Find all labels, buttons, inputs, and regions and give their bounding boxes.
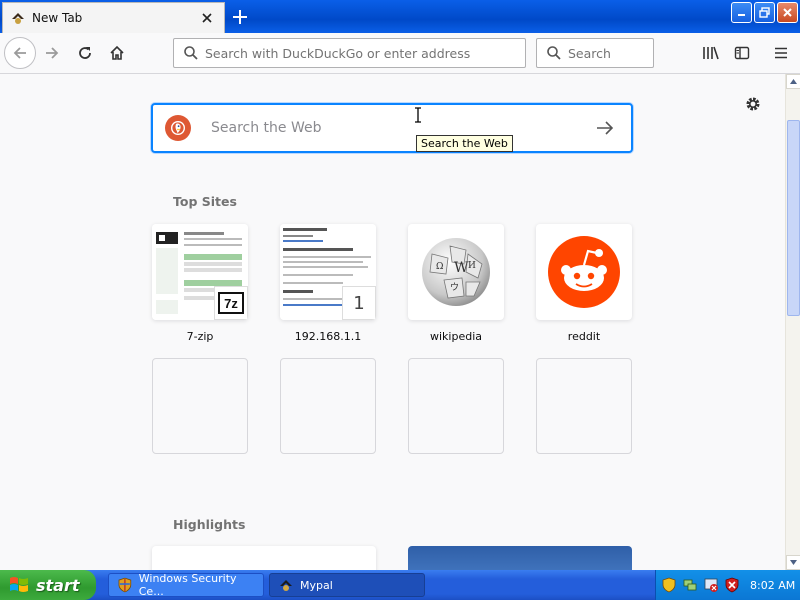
arrow-left-icon <box>13 47 26 59</box>
svg-text:И: И <box>468 261 476 271</box>
title-bar: New Tab <box>0 0 800 33</box>
arrow-right-icon <box>46 47 59 59</box>
empty-site-slot[interactable] <box>152 358 248 454</box>
top-site-reddit[interactable]: reddit <box>536 224 632 343</box>
duckduckgo-logo-icon <box>165 115 191 141</box>
minimize-icon <box>738 14 745 16</box>
top-site-wikipedia[interactable]: W Ω И ウ wikipedia <box>408 224 504 343</box>
site-label: wikipedia <box>429 330 482 343</box>
start-label: start <box>36 575 80 595</box>
taskbar-item-windows-security-center[interactable]: Windows Security Ce... <box>108 572 264 598</box>
site-label: reddit <box>567 330 601 343</box>
sidebar-icon <box>734 46 750 60</box>
reload-button[interactable] <box>73 41 97 65</box>
top-site-7zip[interactable]: 7z 7-zip <box>152 224 248 343</box>
taskbar: start Windows Security Ce... Mypal 8:02 … <box>0 570 800 600</box>
site-thumbnail[interactable]: 1 <box>280 224 376 320</box>
site-label: 192.168.1.1 <box>294 330 362 343</box>
home-icon <box>110 45 124 60</box>
address-bar-placeholder: Search with DuckDuckGo or enter address <box>205 45 471 61</box>
new-tab-page: Search the Web Search the Web Top Sites <box>0 74 785 570</box>
network-tray-icon[interactable] <box>682 577 698 593</box>
vertical-scrollbar[interactable] <box>785 74 800 570</box>
back-button[interactable] <box>4 37 36 69</box>
svg-text:W: W <box>454 260 469 276</box>
network-warning-tray-icon[interactable] <box>703 577 719 593</box>
home-button[interactable] <box>105 41 129 65</box>
text-cursor-icon <box>415 107 421 123</box>
search-icon <box>184 46 198 60</box>
wikipedia-logo-icon: W Ω И ウ <box>422 238 490 306</box>
taskbar-item-mypal[interactable]: Mypal <box>269 573 425 597</box>
nav-toolbar: Search with DuckDuckGo or enter address … <box>0 33 800 74</box>
site-thumbnail[interactable]: W Ω И ウ <box>408 224 504 320</box>
7zip-favicon-icon: 7z <box>214 286 248 320</box>
empty-site-slot[interactable] <box>536 358 632 454</box>
taskbar-item-label: Windows Security Ce... <box>138 572 237 598</box>
tab-title: New Tab <box>32 11 83 25</box>
customize-button[interactable] <box>743 94 763 114</box>
search-icon <box>547 46 561 60</box>
empty-site-slot[interactable] <box>280 358 376 454</box>
tab-new-tab[interactable]: New Tab <box>2 2 225 33</box>
address-bar[interactable]: Search with DuckDuckGo or enter address <box>173 38 526 68</box>
highlights-title: Highlights <box>173 517 246 532</box>
minimize-button[interactable] <box>731 2 752 23</box>
site-label: 7-zip <box>186 330 214 343</box>
top-site-192-168-1-1[interactable]: 1 192.168.1.1 <box>280 224 376 343</box>
security-shield-tray-icon[interactable] <box>661 577 677 593</box>
web-search-box[interactable]: Search the Web <box>151 103 633 153</box>
library-button[interactable] <box>699 41 723 65</box>
close-icon <box>783 8 792 17</box>
menu-button[interactable] <box>769 41 793 65</box>
gear-icon <box>746 97 760 111</box>
scroll-up-button[interactable] <box>786 74 800 89</box>
scroll-down-button[interactable] <box>786 555 800 570</box>
svg-text:Ω: Ω <box>436 262 443 272</box>
close-button[interactable] <box>777 2 798 23</box>
taskbar-item-label: Mypal <box>300 578 333 592</box>
svg-text:7z: 7z <box>224 296 238 311</box>
reddit-logo-icon <box>548 236 620 308</box>
sidebar-button[interactable] <box>730 41 754 65</box>
site-letter-badge: 1 <box>342 286 376 320</box>
new-tab-button[interactable] <box>228 5 252 29</box>
start-button[interactable]: start <box>0 570 96 600</box>
chevron-down-icon <box>790 560 797 565</box>
windows-flag-icon <box>10 577 28 592</box>
site-thumbnail[interactable]: 7z <box>152 224 248 320</box>
search-bar-placeholder: Search <box>568 45 611 61</box>
security-shield-icon <box>118 577 132 593</box>
site-thumbnail[interactable] <box>536 224 632 320</box>
arrow-right-icon <box>597 121 614 135</box>
highlight-card[interactable] <box>408 546 632 570</box>
highlight-card[interactable] <box>152 546 376 570</box>
svg-text:ウ: ウ <box>450 282 459 293</box>
restore-button[interactable] <box>754 2 775 23</box>
search-bar[interactable]: Search <box>536 38 654 68</box>
top-sites-title: Top Sites <box>173 194 237 209</box>
scroll-thumb[interactable] <box>787 120 800 316</box>
clock: 8:02 AM <box>750 578 796 592</box>
plus-icon <box>233 10 247 24</box>
tab-close-icon[interactable] <box>196 7 218 29</box>
restore-icon <box>759 7 770 18</box>
security-alert-tray-icon[interactable] <box>724 577 740 593</box>
mypal-favicon-icon <box>12 13 24 24</box>
empty-site-slot[interactable] <box>408 358 504 454</box>
search-tooltip: Search the Web <box>416 135 513 152</box>
system-tray: 8:02 AM <box>655 570 800 600</box>
chevron-up-icon <box>790 79 797 84</box>
search-submit-button[interactable] <box>593 116 617 140</box>
forward-button[interactable] <box>40 41 64 65</box>
web-search-placeholder: Search the Web <box>211 120 322 136</box>
hamburger-menu-icon <box>775 47 787 59</box>
reload-icon <box>79 47 91 59</box>
library-icon <box>703 46 719 60</box>
mypal-app-icon <box>280 580 292 591</box>
